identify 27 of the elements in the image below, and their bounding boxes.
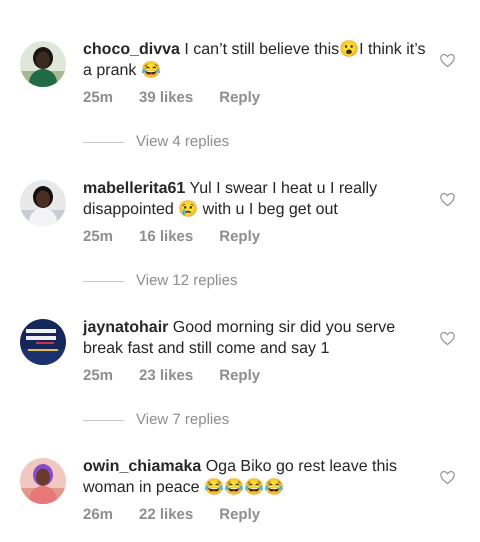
heart-icon[interactable] bbox=[439, 469, 456, 486]
view-replies-link[interactable]: View 7 replies bbox=[136, 409, 230, 431]
likes-link[interactable]: 16 likes bbox=[139, 226, 194, 248]
comment-text: choco_divva I can’t still believe this😮I think it’s a prank 😂 bbox=[83, 39, 427, 81]
likes-link[interactable]: 22 likes bbox=[139, 504, 194, 526]
comment-time: 26m bbox=[83, 505, 114, 525]
reply-link[interactable]: Reply bbox=[219, 504, 260, 526]
heart-icon[interactable] bbox=[439, 330, 456, 347]
username-link[interactable]: mabellerita61 bbox=[83, 180, 186, 197]
reply-link[interactable]: Reply bbox=[219, 87, 260, 109]
view-replies-link[interactable]: View 12 replies bbox=[136, 270, 238, 292]
comment-time: 25m bbox=[83, 366, 114, 386]
reply-link[interactable]: Reply bbox=[219, 365, 260, 387]
comment-time: 25m bbox=[83, 227, 114, 247]
username-link[interactable]: jaynatohair bbox=[83, 319, 168, 336]
username-link[interactable]: choco_divva bbox=[83, 41, 180, 58]
reply-link[interactable]: Reply bbox=[219, 226, 260, 248]
comment-text: owin_chiamaka Oga Biko go rest leave this woman in peace 😂😂😂😂 bbox=[83, 457, 398, 498]
heart-icon[interactable] bbox=[439, 191, 456, 208]
heart-icon[interactable] bbox=[439, 52, 456, 69]
view-replies-link[interactable]: View 4 replies bbox=[136, 131, 230, 153]
likes-link[interactable]: 23 likes bbox=[139, 365, 194, 387]
comment-text: jaynatohair Good morning sir did you serve break fast and still come and say 1 bbox=[83, 318, 396, 359]
username-link[interactable]: owin_chiamaka bbox=[83, 458, 202, 475]
comment-text: mabellerita61 Yul I swear I heat u I really disappointed 😢 with u I beg get out bbox=[83, 179, 378, 220]
likes-link[interactable]: 39 likes bbox=[139, 87, 194, 109]
comment-time: 25m bbox=[83, 88, 114, 108]
